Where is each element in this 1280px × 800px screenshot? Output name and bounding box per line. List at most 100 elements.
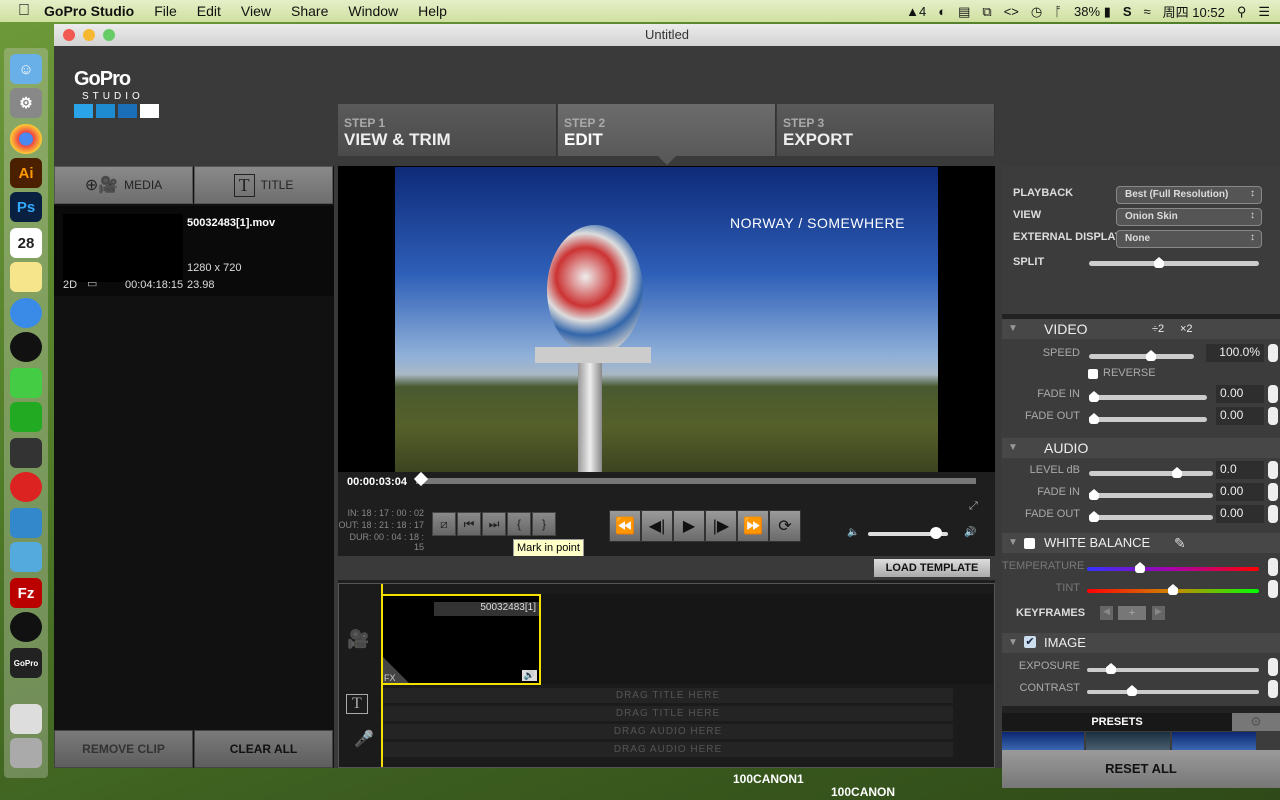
wechat-icon[interactable] xyxy=(10,368,42,398)
audio-fade-out-stepper[interactable] xyxy=(1268,505,1278,523)
clip-audio-icon[interactable]: 🔊 xyxy=(521,670,537,681)
scrub-bar[interactable] xyxy=(416,478,976,484)
gopro-studio-icon[interactable]: GoPro xyxy=(10,648,42,678)
volume-knob[interactable] xyxy=(930,527,942,539)
contrast-icon[interactable]: ◐ xyxy=(938,4,946,19)
chrome-icon[interactable] xyxy=(10,124,42,154)
window-icon[interactable]: ⧉ xyxy=(982,4,991,20)
rewind-button[interactable]: ⏪ xyxy=(609,510,641,542)
time-machine-icon[interactable]: ◷ xyxy=(1031,4,1042,20)
audio-fade-in-knob[interactable] xyxy=(1089,489,1099,500)
remove-clip-button[interactable]: REMOVE CLIP xyxy=(54,730,193,768)
step-back-button[interactable]: ◀| xyxy=(641,510,673,542)
notification-center-icon[interactable]: ☰ xyxy=(1258,4,1270,20)
apple-icon[interactable]:  xyxy=(18,2,30,20)
exposure-stepper[interactable] xyxy=(1268,658,1278,676)
view-select[interactable]: Onion Skin xyxy=(1116,208,1262,226)
netease-music-icon[interactable] xyxy=(10,472,42,502)
tint-knob[interactable] xyxy=(1168,584,1178,595)
exposure-knob[interactable] xyxy=(1106,663,1116,674)
audio-level-value[interactable]: 0.0 xyxy=(1216,461,1264,479)
zoom-button[interactable] xyxy=(103,29,115,41)
tab-step-1[interactable]: STEP 1 VIEW & TRIM xyxy=(338,104,557,156)
video-fade-in-slider[interactable] xyxy=(1089,395,1207,400)
video-fade-out-stepper[interactable] xyxy=(1268,407,1278,425)
wifi-icon[interactable]: ≈ xyxy=(1144,4,1151,19)
tab-step-3[interactable]: STEP 3 EXPORT xyxy=(777,104,995,156)
timeline-clip[interactable]: 50032483[1] FX 🔊 xyxy=(381,594,541,685)
system-preferences-icon[interactable]: ⚙ xyxy=(10,88,42,118)
speed-knob[interactable] xyxy=(1146,350,1156,361)
evernote-icon[interactable] xyxy=(10,402,42,432)
white-balance-section-header[interactable]: ▼ WHITE BALANCE ✎ xyxy=(1002,533,1280,553)
video-section-header[interactable]: ▼ VIDEO ÷2 ×2 xyxy=(1002,319,1280,339)
title-drop-zone[interactable]: DRAG TITLE HERE xyxy=(383,706,953,721)
video-fade-in-knob[interactable] xyxy=(1089,391,1099,402)
play-button[interactable]: ▶ xyxy=(673,510,705,542)
illustrator-icon[interactable]: Ai xyxy=(10,158,42,188)
video-fade-out-knob[interactable] xyxy=(1089,413,1099,424)
keyframe-add-button[interactable]: + xyxy=(1118,606,1146,620)
minimize-button[interactable] xyxy=(83,29,95,41)
menu-file[interactable]: File xyxy=(154,3,177,19)
audio-drop-zone[interactable]: DRAG AUDIO HERE xyxy=(383,724,953,739)
code-icon[interactable]: <> xyxy=(1004,4,1019,19)
external-display-select[interactable]: None xyxy=(1116,230,1262,248)
finder-icon[interactable]: ☺ xyxy=(10,54,42,84)
speed-stepper[interactable] xyxy=(1268,344,1278,362)
split-knob[interactable] xyxy=(1154,257,1164,268)
audio-level-stepper[interactable] xyxy=(1268,461,1278,479)
adobe-status-icon[interactable]: ▲4 xyxy=(906,4,926,19)
image-checkbox[interactable]: ✔ xyxy=(1024,636,1036,648)
audio-fade-out-slider[interactable] xyxy=(1089,515,1213,520)
trash-icon[interactable] xyxy=(10,738,42,768)
battery-status[interactable]: 38% ▮ xyxy=(1074,4,1111,20)
bird-icon[interactable] xyxy=(10,298,42,328)
reset-all-button[interactable]: RESET ALL xyxy=(1002,750,1280,788)
audio-level-knob[interactable] xyxy=(1172,467,1182,478)
video-preview[interactable]: NORWAY / SOMEWHERE xyxy=(395,167,938,472)
contrast-knob[interactable] xyxy=(1127,685,1137,696)
audio-fade-in-slider[interactable] xyxy=(1089,493,1213,498)
stickies-icon[interactable] xyxy=(10,262,42,292)
audio-fade-in-stepper[interactable] xyxy=(1268,483,1278,501)
bluetooth-icon[interactable]: ᚩ xyxy=(1054,4,1062,19)
audio-fade-in-value[interactable]: 0.00 xyxy=(1216,483,1264,501)
fast-forward-button[interactable]: ⏩ xyxy=(737,510,769,542)
close-button[interactable] xyxy=(63,29,75,41)
photoshop-icon[interactable]: Ps xyxy=(10,192,42,222)
eyedropper-icon[interactable]: ✎ xyxy=(1174,533,1186,553)
add-title-tab[interactable]: T TITLE xyxy=(194,166,333,204)
menu-view[interactable]: View xyxy=(241,3,271,19)
mark-out-button[interactable]: } xyxy=(532,512,556,536)
speed-value[interactable]: 100.0% xyxy=(1206,344,1264,362)
clear-all-button[interactable]: CLEAR ALL xyxy=(194,730,333,768)
playback-select[interactable]: Best (Full Resolution) xyxy=(1116,186,1262,204)
qq-icon[interactable] xyxy=(10,332,42,362)
preset-thumbnail[interactable] xyxy=(1172,732,1256,750)
timeline[interactable]: 🎥 T 🎤 DRAG TITLE HERE DRAG TITLE HERE DR… xyxy=(338,583,995,768)
parallels-icon[interactable] xyxy=(10,508,42,538)
temperature-slider[interactable] xyxy=(1087,567,1259,571)
preset-thumbnail[interactable] xyxy=(1002,732,1084,750)
mark-in-button[interactable]: { xyxy=(507,512,531,536)
menu-help[interactable]: Help xyxy=(418,3,447,19)
audio-fade-out-knob[interactable] xyxy=(1089,511,1099,522)
qq-icon-2[interactable] xyxy=(10,612,42,642)
skype-icon[interactable]: S xyxy=(1123,4,1132,19)
presets-settings-button[interactable]: ⚙ xyxy=(1232,713,1280,731)
menu-window[interactable]: Window xyxy=(348,3,398,19)
audio-section-header[interactable]: ▼ AUDIO xyxy=(1002,438,1280,458)
title-drop-zone[interactable]: DRAG TITLE HERE xyxy=(383,688,953,703)
double-speed-button[interactable]: ×2 xyxy=(1180,319,1193,339)
temperature-stepper[interactable] xyxy=(1268,558,1278,576)
menu-share[interactable]: Share xyxy=(291,3,328,19)
preset-thumbnail[interactable] xyxy=(1086,732,1170,750)
audio-fade-out-value[interactable]: 0.00 xyxy=(1216,505,1264,523)
temperature-knob[interactable] xyxy=(1135,562,1145,573)
desktop-folder-label[interactable]: 100CANON xyxy=(831,785,895,799)
keyframe-next-button[interactable]: ▶ xyxy=(1152,606,1165,620)
loop-button[interactable]: ⟳ xyxy=(769,510,801,542)
chrome-app-icon[interactable] xyxy=(10,704,42,734)
fullscreen-icon[interactable]: ⤢ xyxy=(969,500,978,513)
